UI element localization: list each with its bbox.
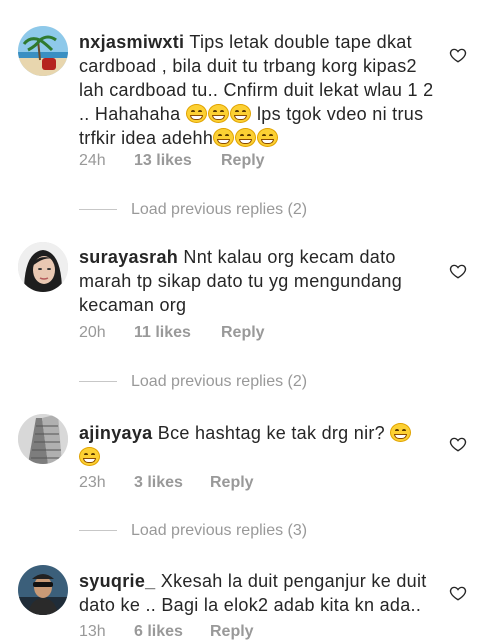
avatar[interactable] bbox=[18, 565, 68, 615]
heart-outline-icon[interactable] bbox=[449, 46, 467, 64]
grinning-face-emoji-icon bbox=[207, 104, 229, 123]
divider-line bbox=[79, 530, 117, 532]
load-previous-replies[interactable]: Load previous replies (2) bbox=[79, 201, 307, 219]
grinning-face-emoji-icon bbox=[185, 104, 207, 123]
timestamp: 20h bbox=[79, 324, 106, 341]
avatar[interactable] bbox=[18, 242, 68, 292]
likes-count[interactable]: 13 likes bbox=[134, 152, 192, 170]
divider-line bbox=[79, 209, 117, 211]
comment-body-text: Bce hashtag ke tak drg nir? bbox=[157, 423, 391, 443]
reply-button[interactable]: Reply bbox=[210, 474, 254, 492]
heart-outline-icon[interactable] bbox=[449, 584, 467, 602]
grinning-face-emoji-icon bbox=[229, 104, 251, 123]
load-previous-label[interactable]: Load previous replies (3) bbox=[131, 522, 307, 539]
load-previous-replies[interactable]: Load previous replies (3) bbox=[79, 522, 307, 540]
likes-count[interactable]: 6 likes bbox=[134, 623, 183, 641]
avatar[interactable] bbox=[18, 414, 68, 464]
heart-outline-icon[interactable] bbox=[449, 262, 467, 280]
grinning-face-emoji-icon bbox=[79, 447, 100, 466]
reply-button[interactable]: Reply bbox=[221, 324, 265, 342]
likes-count[interactable]: 3 likes bbox=[134, 474, 183, 492]
load-previous-label[interactable]: Load previous replies (2) bbox=[131, 201, 307, 218]
heart-outline-icon[interactable] bbox=[449, 435, 467, 453]
load-previous-label[interactable]: Load previous replies (2) bbox=[131, 373, 307, 390]
avatar[interactable] bbox=[18, 26, 68, 76]
username[interactable]: nxjasmiwxti bbox=[79, 32, 184, 52]
username[interactable]: syuqrie_ bbox=[79, 571, 155, 591]
likes-count[interactable]: 11 likes bbox=[134, 324, 191, 342]
reply-button[interactable]: Reply bbox=[210, 623, 254, 641]
divider-line bbox=[79, 381, 117, 383]
load-previous-replies[interactable]: Load previous replies (2) bbox=[79, 373, 307, 391]
username[interactable]: surayasrah bbox=[79, 247, 178, 267]
grinning-face-emoji-icon bbox=[390, 423, 412, 442]
reply-button[interactable]: Reply bbox=[221, 152, 265, 170]
timestamp: 13h bbox=[79, 623, 106, 640]
comment-text: syuqrie_ Xkesah la duit penganjur ke dui… bbox=[79, 569, 439, 617]
comment-text: nxjasmiwxti Tips letak double tape dkat … bbox=[79, 30, 439, 150]
grinning-face-emoji-icon bbox=[257, 128, 279, 147]
grinning-face-emoji-icon bbox=[213, 128, 235, 147]
comment-text: ajinyaya Bce hashtag ke tak drg nir? bbox=[79, 421, 439, 469]
grinning-face-emoji-icon bbox=[235, 128, 257, 147]
username[interactable]: ajinyaya bbox=[79, 423, 152, 443]
timestamp: 24h bbox=[79, 152, 106, 169]
timestamp: 23h bbox=[79, 474, 106, 491]
comment-text: surayasrah Nnt kalau org kecam dato mara… bbox=[79, 245, 439, 317]
